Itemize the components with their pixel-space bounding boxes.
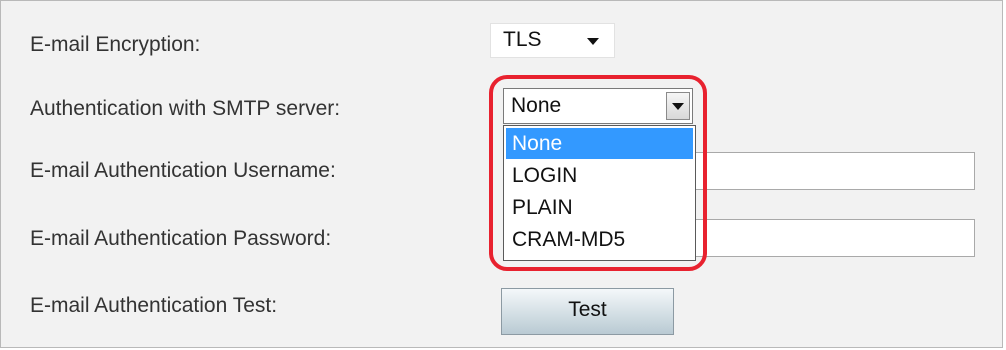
auth-password-input[interactable] [694,219,975,257]
highlight-annotation [489,75,707,271]
email-encryption-value: TLS [503,28,542,51]
email-encryption-select[interactable]: TLS [490,23,615,58]
test-button[interactable]: Test [501,288,674,335]
auth-test-label: E-mail Authentication Test: [30,294,278,317]
chevron-down-icon [587,38,599,45]
auth-password-label: E-mail Authentication Password: [30,227,332,250]
auth-username-input[interactable] [694,152,975,190]
email-settings-panel: E-mail Encryption: TLS Authentication wi… [0,0,1003,348]
auth-username-label: E-mail Authentication Username: [30,159,336,182]
email-encryption-label: E-mail Encryption: [30,33,201,56]
smtp-authentication-label: Authentication with SMTP server: [30,97,341,120]
